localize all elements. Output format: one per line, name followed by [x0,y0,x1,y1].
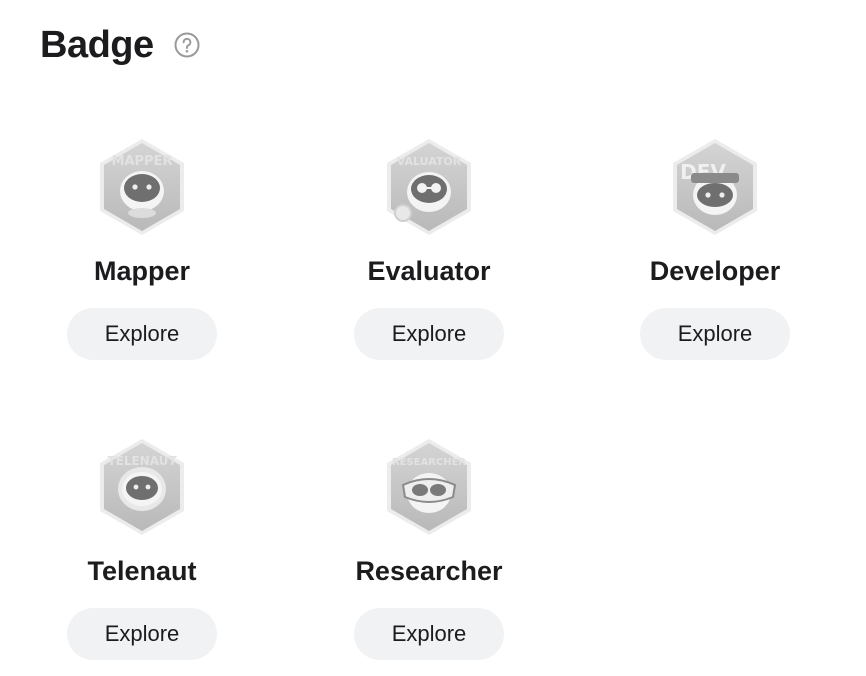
badge-name: Developer [649,256,781,286]
badge-name: Telenaut [87,556,197,586]
badge-name: Mapper [93,256,191,286]
telenaut-badge-icon: TELENAUT [100,439,184,535]
explore-button-telenaut[interactable]: Explore [67,608,217,660]
badge-card-telenaut: TELENAUT Telenaut Explore [22,437,262,660]
explore-button-mapper[interactable]: Explore [67,308,217,360]
evaluator-badge-icon: VALUATOR [387,139,471,235]
explore-button-researcher[interactable]: Explore [354,608,504,660]
svg-text:VALUATOR: VALUATOR [397,155,462,168]
explore-button-developer[interactable]: Explore [640,308,790,360]
svg-text:TELENAUT: TELENAUT [107,454,177,468]
badge-card-mapper: MAPPER Mapper Explore [22,137,262,360]
badge-card-developer: DEV Developer Explore [595,137,835,360]
developer-badge-icon: DEV [673,139,757,235]
badge-grid: MAPPER Mapper Explore VALUATOR Evaluator… [0,0,866,676]
badge-card-evaluator: VALUATOR Evaluator Explore [309,137,549,360]
svg-text:RESEARCHER: RESEARCHER [392,457,467,468]
explore-button-evaluator[interactable]: Explore [354,308,504,360]
researcher-badge-icon: RESEARCHER [387,439,471,535]
badge-name: Researcher [355,556,503,586]
badge-card-researcher: RESEARCHER Researcher Explore [309,437,549,660]
svg-text:MAPPER: MAPPER [112,154,173,169]
mapper-badge-icon: MAPPER [100,139,184,235]
badge-name: Evaluator [367,256,491,286]
